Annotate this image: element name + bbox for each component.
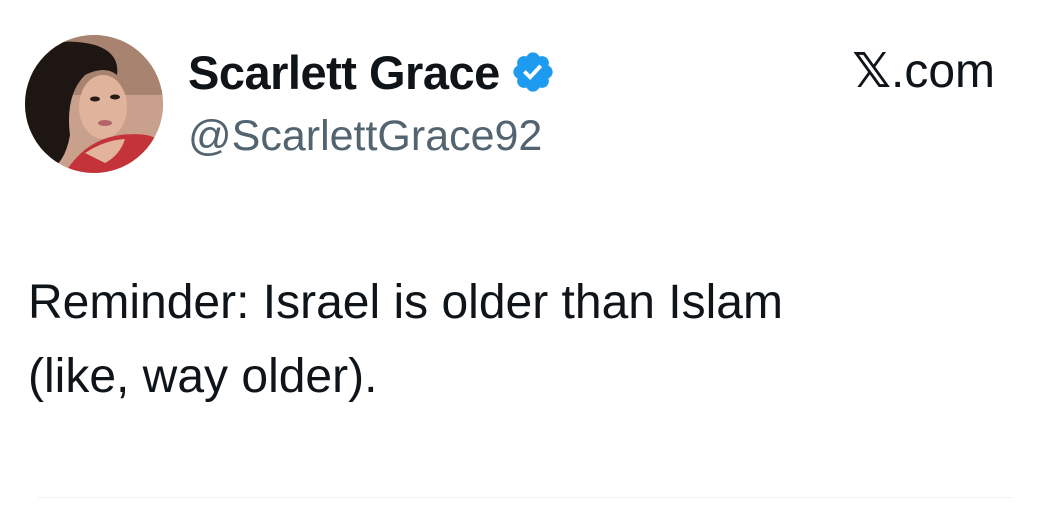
tweet-text-line: Reminder: Israel is older than Islam	[28, 276, 783, 329]
tweet-text-line: (like, way older).	[28, 350, 378, 403]
divider	[38, 497, 1013, 498]
profile-photo-icon	[25, 35, 163, 173]
site-label-text: .com	[890, 44, 995, 98]
author-avatar[interactable]	[25, 35, 163, 173]
x-logo-icon: 𝕏	[852, 43, 891, 99]
tweet-card: Scarlett Grace @ScarlettGrace92 𝕏 .com Re…	[0, 0, 1047, 510]
author-display-name[interactable]: Scarlett Grace	[188, 45, 500, 100]
author-name-row: Scarlett Grace	[188, 42, 556, 102]
tweet-text: Reminder: Israel is older than Islam (li…	[28, 266, 1018, 414]
verified-badge-icon	[510, 49, 556, 95]
author-handle[interactable]: @ScarlettGrace92	[188, 112, 542, 161]
site-label: 𝕏 .com	[852, 43, 995, 99]
